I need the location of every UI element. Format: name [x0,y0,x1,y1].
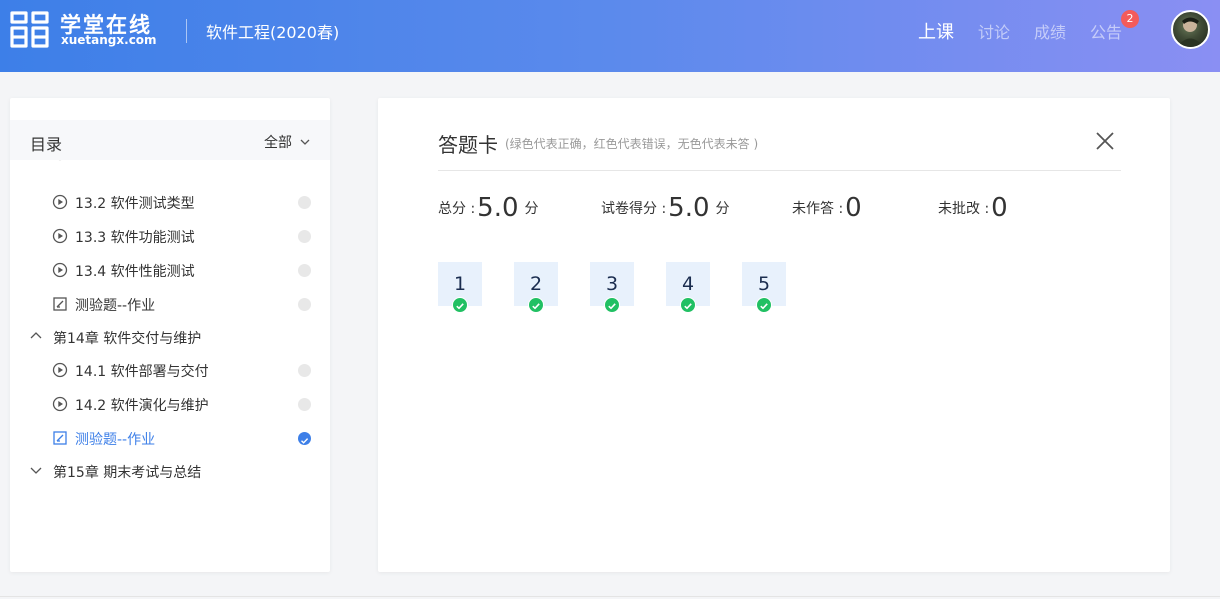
stat-value: 5.0 [668,193,710,223]
page-bottom-border [0,596,1220,597]
toc-item-label: 测验题--作业 [75,298,156,314]
play-circle-icon [52,396,68,412]
brand-domain[interactable]: xuetangx.com [61,33,157,47]
correct-check-icon [604,297,620,313]
chevron-up-icon [30,332,42,339]
correct-check-icon [680,297,696,313]
xuetangx-logo-icon[interactable] [10,10,50,50]
chapter-14-toggle[interactable]: 第14章 软件交付与维护 [10,322,330,352]
course-outline-sidebar: 目录 全部 13.2 软件测试类型 13.3 软件功能测试 13.4 软件性能测… [10,98,330,572]
user-avatar[interactable] [1171,10,1210,49]
toc-item-label: 测验题--作业 [75,432,156,448]
play-circle-icon [52,194,68,210]
outline-title: 目录 [30,135,63,154]
toc-item-quiz-14-current[interactable]: 测验题--作业 [10,423,330,453]
header-divider [186,19,187,43]
toc-item-label: 14.1 软件部署与交付 [75,364,209,380]
toc-item-label: 13.4 软件性能测试 [75,264,195,280]
question-1-button[interactable]: 1 [438,262,482,313]
progress-status-dot [298,398,311,411]
toc-item-quiz-13[interactable]: 测验题--作业 [10,289,330,319]
notice-count-badge: 2 [1121,10,1139,28]
filter-label: 全部 [264,135,292,151]
progress-status-dot [298,230,311,243]
toc-item-13-3[interactable]: 13.3 软件功能测试 [10,221,330,251]
stat-unit: 分 [524,201,539,217]
toc-item-13-2[interactable]: 13.2 软件测试类型 [10,187,330,217]
nav-tab-discussion[interactable]: 讨论 [978,19,1010,43]
toc-item-14-1[interactable]: 14.1 软件部署与交付 [10,355,330,385]
checkmark-icon [301,438,309,444]
stat-unanswered: 未作答 :0 [792,193,868,223]
question-4-button[interactable]: 4 [666,262,710,313]
stat-label: 总分 : [438,201,476,217]
avatar-image-icon [1177,17,1204,47]
answer-card-legend-hint: (绿色代表正确，红色代表错误，无色代表未答 ) [505,137,759,151]
toc-item-label: 13.3 软件功能测试 [75,230,195,246]
toc-item-label: 13.2 软件测试类型 [75,196,195,212]
quiz-edit-icon [53,297,67,311]
stat-ungraded: 未批改 :0 [938,193,1014,223]
correct-check-icon [528,297,544,313]
play-circle-icon [52,362,68,378]
chapter-15-toggle[interactable]: 第15章 期末考试与总结 [10,456,330,486]
toc-item-label: 14.2 软件演化与维护 [75,398,209,414]
correct-check-icon [452,297,468,313]
toc-item-14-2[interactable]: 14.2 软件演化与维护 [10,389,330,419]
question-2-button[interactable]: 2 [514,262,558,313]
stat-value: 5.0 [477,193,519,223]
chapter-label: 第14章 软件交付与维护 [53,331,202,347]
question-3-button[interactable]: 3 [590,262,634,313]
toc-item-13-4[interactable]: 13.4 软件性能测试 [10,255,330,285]
nav-tab-grades[interactable]: 成绩 [1034,19,1066,43]
stat-total-score: 总分 :5.0 分 [438,193,539,223]
stat-paper-score: 试卷得分 :5.0 分 [601,193,730,223]
outline-filter-dropdown[interactable]: 全部 [264,132,310,152]
close-icon[interactable] [1094,130,1116,152]
course-title: 软件工程(2020春) [206,23,340,42]
completed-status-dot [298,432,311,445]
stat-unit: 分 [715,201,730,217]
nav-tab-notices[interactable]: 公告 [1090,19,1122,43]
stat-label: 未批改 : [938,201,990,217]
play-circle-icon [52,262,68,278]
progress-status-dot [298,196,311,209]
stat-value: 0 [845,193,862,223]
outline-header: 目录 全部 [10,120,330,160]
stat-value: 0 [991,193,1008,223]
progress-status-dot [298,298,311,311]
correct-check-icon [756,297,772,313]
answer-card-title: 答题卡 [438,133,498,157]
answer-card-panel: 答题卡 (绿色代表正确，红色代表错误，无色代表未答 ) 总分 :5.0 分 试卷得… [378,98,1170,572]
card-divider [438,170,1121,171]
progress-status-dot [298,264,311,277]
stat-label: 试卷得分 : [601,201,667,217]
top-header: 学堂在线 xuetangx.com 软件工程(2020春) 上课 讨论 成绩 公… [0,0,1220,72]
play-circle-icon [52,228,68,244]
quiz-edit-icon [53,431,67,445]
chapter-label: 第15章 期末考试与总结 [53,465,202,481]
chevron-down-icon [300,139,310,145]
chevron-down-icon [30,467,42,474]
question-5-button[interactable]: 5 [742,262,786,313]
nav-tab-class[interactable]: 上课 [918,18,954,44]
progress-status-dot [298,364,311,377]
stat-label: 未作答 : [792,201,844,217]
